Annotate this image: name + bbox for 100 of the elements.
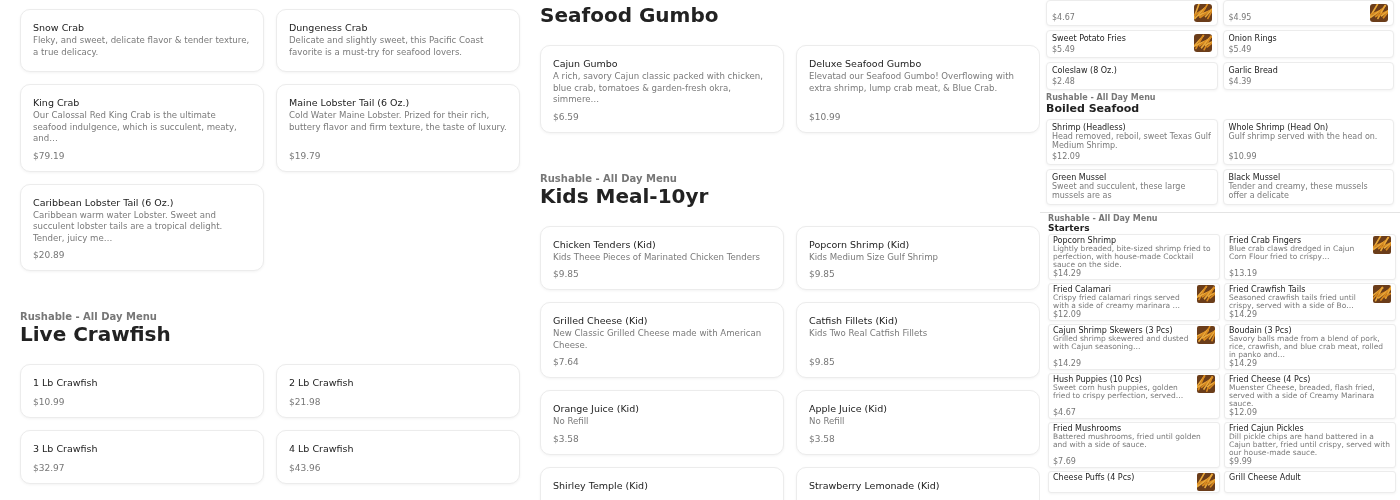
item-name: Cheese Puffs (4 Pcs) [1053, 473, 1136, 483]
menu-item-card[interactable]: 2 Lb Crawfish $21.98 [276, 364, 520, 418]
menu-item-card[interactable]: $4.67 [1046, 0, 1218, 26]
item-description: New Classic Grilled Cheese made with American Cheese. [553, 328, 763, 351]
menu-item-card[interactable]: Coleslaw (8 Oz.) $2.48 [1046, 62, 1218, 90]
item-price: $12.09 [1052, 151, 1081, 162]
menu-item-card[interactable]: Garlic Bread $4.39 [1222, 62, 1394, 90]
item-price: $9.85 [809, 356, 836, 367]
item-name: Fried Crawfish Tails [1229, 285, 1306, 295]
item-price: $21.98 [289, 396, 322, 407]
item-name: Caribbean Lobster Tail (6 Oz.) [33, 196, 175, 208]
menu-item-card[interactable]: Green Mussel Sweet and succulent, these large mussels are as [1046, 169, 1218, 206]
item-description: Gulf shrimp served with the head on. [1228, 133, 1379, 142]
menu-item-card[interactable]: Strawberry Lemonade (Kid) [796, 466, 1040, 500]
item-price: $14.29 [1053, 359, 1082, 369]
item-name: Shrimp (Headless) [1052, 123, 1126, 132]
item-name: Sweet Potato Fries [1052, 34, 1127, 43]
item-name: Cajun Gumbo [553, 58, 619, 69]
menu-item-card[interactable]: $4.95 [1222, 0, 1394, 26]
item-name: Green Mussel [1052, 173, 1107, 183]
menu-item-card[interactable]: Orange Juice (Kid) No Refill $3.58 [540, 390, 784, 455]
item-name: Fried Mushrooms [1053, 424, 1122, 434]
item-price: $13.19 [1229, 269, 1258, 279]
item-price: $20.89 [33, 249, 66, 260]
item-description: No Refill [553, 416, 590, 428]
item-price: $19.79 [289, 149, 322, 161]
menu-item-card[interactable]: King Crab Our Calossal Red King Crab is the ultimate seafood indulgence, which is succulent, meaty, and… $79.19 [20, 84, 264, 172]
item-description: Sweet and succulent, these large mussels are as [1052, 183, 1187, 201]
menu-item-card[interactable]: 1 Lb Crawfish $10.99 [20, 364, 264, 418]
menu-item-card[interactable]: Popcorn Shrimp (Kid) Kids Medium Size Gulf Shrimp $9.85 [796, 225, 1040, 290]
item-name: Catfish Fillets (Kid) [809, 315, 899, 326]
menu-item-card[interactable]: Dungeness Crab Delicate and slightly sweet, this Pacific Coast favorite is a must-try for seafood lovers. [276, 9, 520, 72]
item-name: 2 Lb Crawfish [289, 377, 355, 388]
item-name: Coleslaw (8 Oz.) [1052, 66, 1118, 75]
item-name: 1 Lb Crawfish [33, 377, 99, 388]
item-description: No Refill [809, 416, 846, 428]
menu-item-card[interactable]: Maine Lobster Tail (6 Oz.) Cold Water Maine Lobster. Prized for their rich, buttery flavor and firm texture, the taste of luxury. $19.79 [276, 84, 520, 172]
menu-item-card[interactable]: Snow Crab Fleky, and sweet, delicate flavor & tender texture, a true delicacy. [20, 9, 264, 72]
menu-item-card[interactable]: Shrimp (Headless) Head removed, reboil, sweet Texas Gulf Medium Shrimp. $12.09 [1046, 119, 1218, 166]
menu-item-card[interactable]: Cajun Gumbo A rich, savory Cajun classic packed with chicken, blue crab, tomatoes & garden-fresh okra, simmere… $6.59 [540, 45, 784, 133]
menu-item-card[interactable]: 4 Lb Crawfish $43.96 [276, 430, 520, 484]
item-description: Kids Two Real Catfish Fillets [809, 328, 929, 340]
item-name: Popcorn Shrimp [1053, 236, 1117, 246]
menu-item-card[interactable]: Shirley Temple (Kid) [540, 466, 784, 500]
item-price: $7.69 [1053, 457, 1077, 467]
item-name: Grill Cheese Adult [1229, 473, 1302, 483]
menu-item-card[interactable]: Cheese Puffs (4 Pcs) [1048, 471, 1220, 494]
menu-item-card[interactable]: Catfish Fillets (Kid) Kids Two Real Catfish Fillets $9.85 [796, 302, 1040, 378]
item-price: $32.97 [33, 462, 66, 473]
item-name: Fried Cajun Pickles [1229, 424, 1305, 434]
menu-item-card[interactable]: Chicken Tenders (Kid) Kids Theee Pieces of Marinated Chicken Tenders $9.85 [540, 225, 784, 290]
item-price: $79.19 [33, 149, 66, 161]
menu-item-card[interactable]: Apple Juice (Kid) No Refill $3.58 [796, 390, 1040, 455]
item-name: Orange Juice (Kid) [553, 403, 640, 414]
menu-item-card[interactable]: Grilled Cheese (Kid) New Classic Grilled Cheese made with American Cheese. $7.64 [540, 302, 784, 378]
item-description: Kids Medium Size Gulf Shrimp [809, 251, 940, 263]
item-name: Fried Crab Fingers [1229, 236, 1302, 246]
menu-item-card[interactable]: Sweet Potato Fries $5.49 [1046, 30, 1218, 58]
menu-item-card[interactable]: Caribbean Lobster Tail (6 Oz.) Caribbean warm water Lobster. Sweet and succulent lobster tails are a tropical delight. Tender, juicy me… $20.89 [20, 183, 264, 271]
section-heading: Boiled Seafood [1046, 102, 1141, 115]
item-name: Maine Lobster Tail (6 Oz.) [289, 97, 411, 108]
menu-item-card[interactable]: Whole Shrimp (Head On) Gulf shrimp served with the head on. $10.99 [1222, 119, 1394, 166]
item-name: 3 Lb Crawfish [33, 443, 99, 454]
menu-item-card[interactable]: Grill Cheese Adult [1224, 471, 1396, 494]
item-description: Cold Water Maine Lobster. Prized for their rich, buttery flavor and firm texture, the taste of luxury. [289, 110, 507, 133]
menu-item-card[interactable]: Black Mussel Tender and creamy, these mussels offer a delicate [1222, 169, 1394, 206]
item-name: Cajun Shrimp Skewers (3 Pcs) [1053, 326, 1173, 336]
section-heading: Kids Meal-10yr [540, 183, 710, 208]
item-price: $10.99 [33, 396, 66, 407]
item-name: Apple Juice (Kid) [809, 403, 888, 414]
item-price: $14.29 [1229, 359, 1257, 369]
item-name: Fried Calamari [1053, 285, 1111, 295]
item-price: $7.64 [553, 356, 580, 367]
item-description: Delicate and slightly sweet, this Pacific Coast favorite is a must-try for seafood lovers. [289, 35, 485, 58]
item-name: Boudain (3 Pcs) [1229, 326, 1293, 336]
section-heading: Seafood Gumbo [540, 3, 720, 27]
item-description: Caribbean warm water Lobster. Sweet and succulent lobster tails are a tropical delight. Tender, juicy me… [33, 209, 224, 244]
item-price: $4.95 [1228, 12, 1253, 22]
section-heading: Starters [1048, 223, 1091, 234]
item-description: A rich, savory Cajun classic packed with chicken, blue crab, tomatoes & garden-fresh okra, simmere… [553, 71, 765, 106]
item-name: Whole Shrimp (Head On) [1228, 123, 1329, 132]
menu-item-card[interactable]: 3 Lb Crawfish $32.97 [20, 430, 264, 484]
menu-label: Rushable - All Day Menu [1048, 214, 1159, 224]
item-name: Shirley Temple (Kid) [553, 479, 649, 491]
item-name: Snow Crab [33, 22, 86, 33]
item-price: $4.67 [1053, 408, 1077, 418]
item-price: $3.58 [553, 432, 580, 444]
item-name: Onion Rings [1228, 34, 1278, 43]
item-price: $12.09 [1229, 408, 1258, 418]
menu-label: Rushable - All Day Menu [20, 311, 158, 322]
item-name: Dungeness Crab [289, 22, 369, 33]
item-name: King Crab [33, 97, 81, 108]
menu-item-card[interactable]: Onion Rings $5.49 [1222, 30, 1394, 58]
item-price: $5.49 [1052, 44, 1076, 54]
item-description: Elevatad our Seafood Gumbo! Overflowing with extra shrimp, lump crab meat, & Blue Crab. [809, 71, 1015, 94]
item-price: $4.39 [1228, 76, 1253, 86]
item-price: $10.99 [1228, 151, 1258, 162]
menu-label: Rushable - All Day Menu [1046, 93, 1157, 102]
menu-item-card[interactable]: Deluxe Seafood Gumbo Elevatad our Seafood Gumbo! Overflowing with extra shrimp, lump crab meat, & Blue Crab. $10.99 [796, 45, 1040, 133]
item-price: $14.29 [1229, 310, 1258, 320]
